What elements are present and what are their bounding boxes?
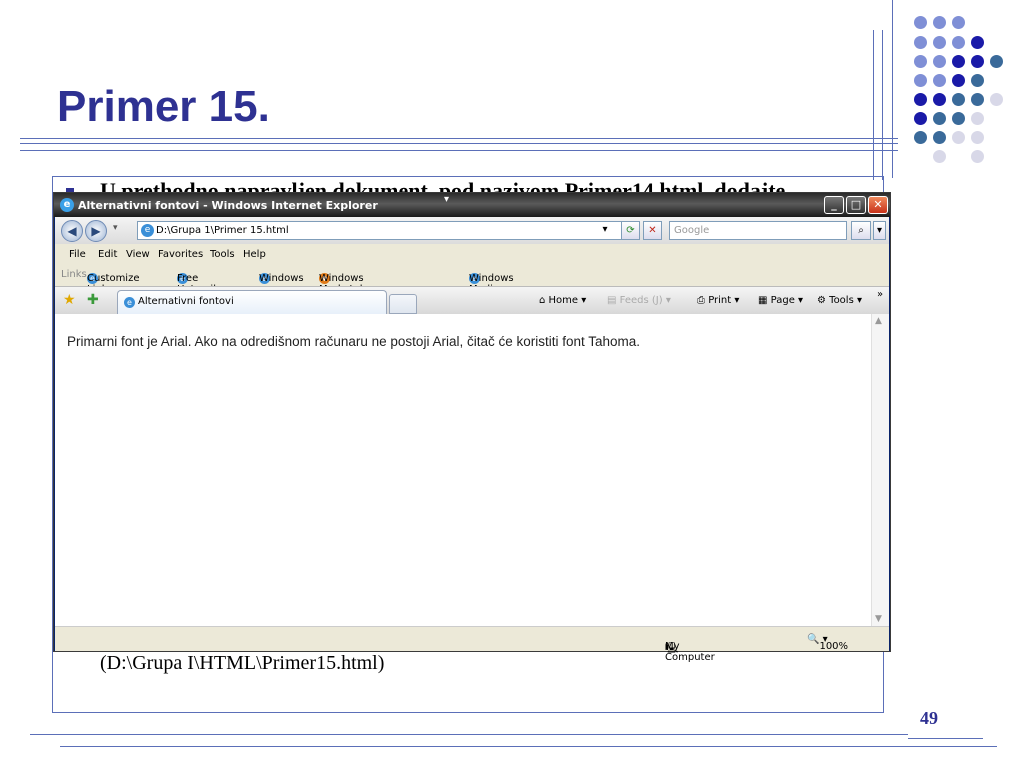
menu-tools[interactable]: Tools xyxy=(210,249,235,260)
ie-logo-icon: e xyxy=(60,198,74,212)
address-dropdown-button[interactable]: ▾ xyxy=(597,221,613,240)
menu-help[interactable]: Help xyxy=(243,249,266,260)
links-bar: Links eCustomize Links eFree Hotmail eWi… xyxy=(61,269,514,295)
maximize-button[interactable]: □ xyxy=(846,196,866,214)
ie-window: e Alternativni fontovi - Windows Interne… xyxy=(53,192,891,663)
address-input[interactable]: e D:\Grupa 1\Primer 15.html xyxy=(137,221,627,240)
zoom-control[interactable]: 🔍 100% ▾ xyxy=(807,634,848,652)
recent-pages-dropdown[interactable]: ▾ xyxy=(113,223,118,233)
window-titlebar[interactable]: e Alternativni fontovi - Windows Interne… xyxy=(54,193,890,217)
chevron-more-icon[interactable]: » xyxy=(877,289,883,300)
menu-edit[interactable]: Edit xyxy=(98,249,117,260)
page-menu-button[interactable]: ▦ Page ▾ xyxy=(758,295,803,306)
new-tab-button[interactable] xyxy=(389,294,417,314)
close-button[interactable]: ✕ xyxy=(868,196,888,214)
page-icon: e xyxy=(141,224,154,237)
tab-bar: ★ ✚ e Alternativni fontovi ⌂ Home ▾ ▤ Fee… xyxy=(55,286,889,314)
vertical-rule-3 xyxy=(892,0,893,178)
tab-alternativni-fontovi[interactable]: e Alternativni fontovi xyxy=(117,290,387,314)
search-options-button[interactable]: ▾ xyxy=(873,221,886,240)
slide-title: Primer 15. xyxy=(57,82,270,131)
stop-button[interactable]: ✕ xyxy=(643,221,662,240)
vertical-rule-1 xyxy=(873,30,874,180)
page-number: 49 xyxy=(920,708,938,728)
vertical-scrollbar[interactable]: ▲ ▼ xyxy=(871,314,889,626)
page-content-text: Primarni font je Arial. Ako na odredišno… xyxy=(67,334,641,349)
window-title: Alternativni fontovi - Windows Internet … xyxy=(78,199,378,212)
search-button[interactable]: ⌕ xyxy=(851,221,871,240)
vertical-rule-2 xyxy=(882,30,883,180)
links-label: Links xyxy=(61,269,87,280)
chevron-down-icon[interactable]: ▾ xyxy=(444,194,449,205)
menu-view[interactable]: View xyxy=(126,249,150,260)
scroll-up-icon[interactable]: ▲ xyxy=(875,316,882,326)
address-value: D:\Grupa 1\Primer 15.html xyxy=(156,225,289,236)
title-rule-bottom xyxy=(20,150,898,151)
address-bar-row: ◀ ▶ ▾ e D:\Grupa 1\Primer 15.html ▾ ⟳ ✕ … xyxy=(55,217,889,244)
menu-file[interactable]: File xyxy=(69,249,86,260)
footer-rule-2 xyxy=(60,746,997,747)
title-rule-top xyxy=(20,138,898,139)
tools-menu-button[interactable]: ⚙ Tools ▾ xyxy=(817,295,862,306)
page-content-area[interactable]: Primarni font je Arial. Ako na odredišno… xyxy=(55,314,889,626)
title-rule-mid xyxy=(20,143,898,144)
status-bar: 🖳 My Computer 🔍 100% ▾ xyxy=(55,626,889,663)
minimize-button[interactable]: _ xyxy=(824,196,844,214)
file-path-text: (D:\Grupa I\HTML\Primer15.html) xyxy=(100,652,385,674)
forward-button[interactable]: ▶ xyxy=(85,220,107,242)
scroll-down-icon[interactable]: ▼ xyxy=(875,614,882,624)
search-input[interactable]: Google xyxy=(669,221,847,240)
favorites-star-icon[interactable]: ★ xyxy=(63,292,76,308)
footer-rule-3 xyxy=(908,738,983,739)
menu-favorites[interactable]: Favorites xyxy=(158,249,203,260)
print-button[interactable]: ⎙ Print ▾ xyxy=(697,295,739,306)
add-favorites-icon[interactable]: ✚ xyxy=(87,292,99,308)
back-button[interactable]: ◀ xyxy=(61,220,83,242)
home-button[interactable]: ⌂ Home ▾ xyxy=(539,295,586,306)
browser-chrome: ◀ ▶ ▾ e D:\Grupa 1\Primer 15.html ▾ ⟳ ✕ … xyxy=(55,217,889,314)
menu-bar: File Edit View Favorites Tools Help xyxy=(55,244,889,265)
ie-tab-icon: e xyxy=(124,297,135,308)
footer-rule-1 xyxy=(30,734,908,735)
refresh-button[interactable]: ⟳ xyxy=(621,221,640,240)
feeds-button[interactable]: ▤ Feeds (J) ▾ xyxy=(607,295,671,306)
